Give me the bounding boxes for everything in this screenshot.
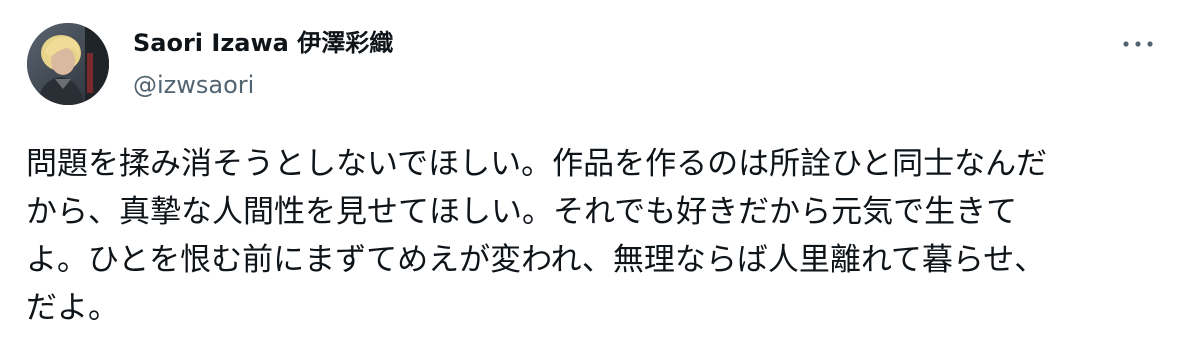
avatar[interactable] bbox=[27, 23, 109, 105]
tweet-text-line: よ。ひとを恨む前にまずてめえが変われ、無理ならば人里離れて暮らせ、 bbox=[26, 242, 1046, 278]
more-options-icon bbox=[1123, 41, 1153, 47]
tweet-text-line: 問題を揉み消そうとしないでほしい。作品を作るのは所詮ひと同士なんだ bbox=[26, 146, 1048, 182]
author-info: Saori Izawa 伊澤彩織 @izwsaori bbox=[133, 26, 393, 102]
author-display-name[interactable]: Saori Izawa 伊澤彩織 bbox=[133, 26, 393, 60]
author-handle[interactable]: @izwsaori bbox=[133, 68, 393, 102]
tweet-text-line: から、真摯な人間性を見せてほしい。それでも好きだから元気で生きて bbox=[26, 194, 1018, 230]
user-avatar-photo bbox=[27, 23, 109, 105]
tweet-text-line: だよ。 bbox=[26, 290, 119, 326]
tweet-card: Saori Izawa 伊澤彩織 @izwsaori 問題を揉み消そうとしないで… bbox=[0, 0, 1190, 362]
more-options-button[interactable] bbox=[1118, 30, 1158, 58]
tweet-text: 問題を揉み消そうとしないでほしい。作品を作るのは所詮ひと同士なんだ から、真摯な… bbox=[26, 140, 1166, 332]
